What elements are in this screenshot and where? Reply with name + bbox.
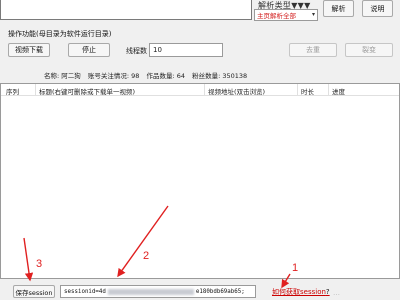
how-link-text: 如何获取session	[272, 288, 326, 296]
account-works: 作品数量: 64	[146, 72, 185, 80]
annotation-number-3: 3	[36, 258, 43, 270]
annotation-number-1: 1	[292, 262, 299, 274]
watermark: …	[333, 289, 340, 297]
fission-button[interactable]: 裂变	[345, 43, 393, 57]
redacted-region	[107, 288, 194, 295]
url-textarea[interactable]	[0, 0, 252, 20]
video-download-button[interactable]: 视频下载	[8, 43, 50, 57]
video-table[interactable]: 序列 标题(右键可删除或下载单一视频) 视频地址(双击浏览) 时长 进度	[0, 83, 400, 279]
parse-type-value: 主页解析全部	[257, 12, 296, 20]
thread-count-label: 线程数	[126, 47, 147, 55]
how-to-get-session-link[interactable]: 如何获取session?	[272, 287, 330, 297]
parse-button[interactable]: 解析	[323, 0, 354, 17]
parse-type-select[interactable]: 主页解析全部 ▾	[254, 9, 318, 21]
table-header: 序列 标题(右键可删除或下载单一视频) 视频地址(双击浏览) 时长 进度	[1, 84, 399, 96]
column-header-duration[interactable]: 时长	[301, 86, 314, 96]
session-input[interactable]: sessionid=4d e180bdb69ab65;	[60, 285, 256, 298]
thread-count-input[interactable]: 10	[149, 43, 223, 57]
help-button[interactable]: 说明	[362, 0, 393, 17]
operations-label: 操作功能(母目录为软件运行目录)	[8, 30, 112, 38]
account-info: 名称: 阿二狗 账号关注情况: 98 作品数量: 64 粉丝数量: 350138	[44, 70, 252, 80]
how-link-question: ?	[325, 288, 330, 296]
account-follow: 账号关注情况: 98	[87, 72, 140, 80]
chevron-down-icon: ▾	[311, 11, 315, 18]
save-session-button[interactable]: 保存session	[13, 285, 55, 298]
stop-button[interactable]: 停止	[68, 43, 110, 57]
column-header-title[interactable]: 标题(右键可删除或下载单一视频)	[39, 86, 135, 96]
session-suffix: e180bdb69ab65;	[195, 288, 245, 295]
column-header-url[interactable]: 视频地址(双击浏览)	[208, 86, 265, 96]
column-header-progress[interactable]: 进度	[332, 86, 345, 96]
dedupe-button[interactable]: 去重	[289, 43, 337, 57]
account-name: 名称: 阿二狗	[44, 72, 81, 80]
session-prefix: sessionid=4d	[64, 288, 106, 295]
annotation-number-2: 2	[143, 250, 150, 262]
account-fans: 粉丝数量: 350138	[192, 72, 248, 80]
column-header-index[interactable]: 序列	[6, 86, 19, 96]
